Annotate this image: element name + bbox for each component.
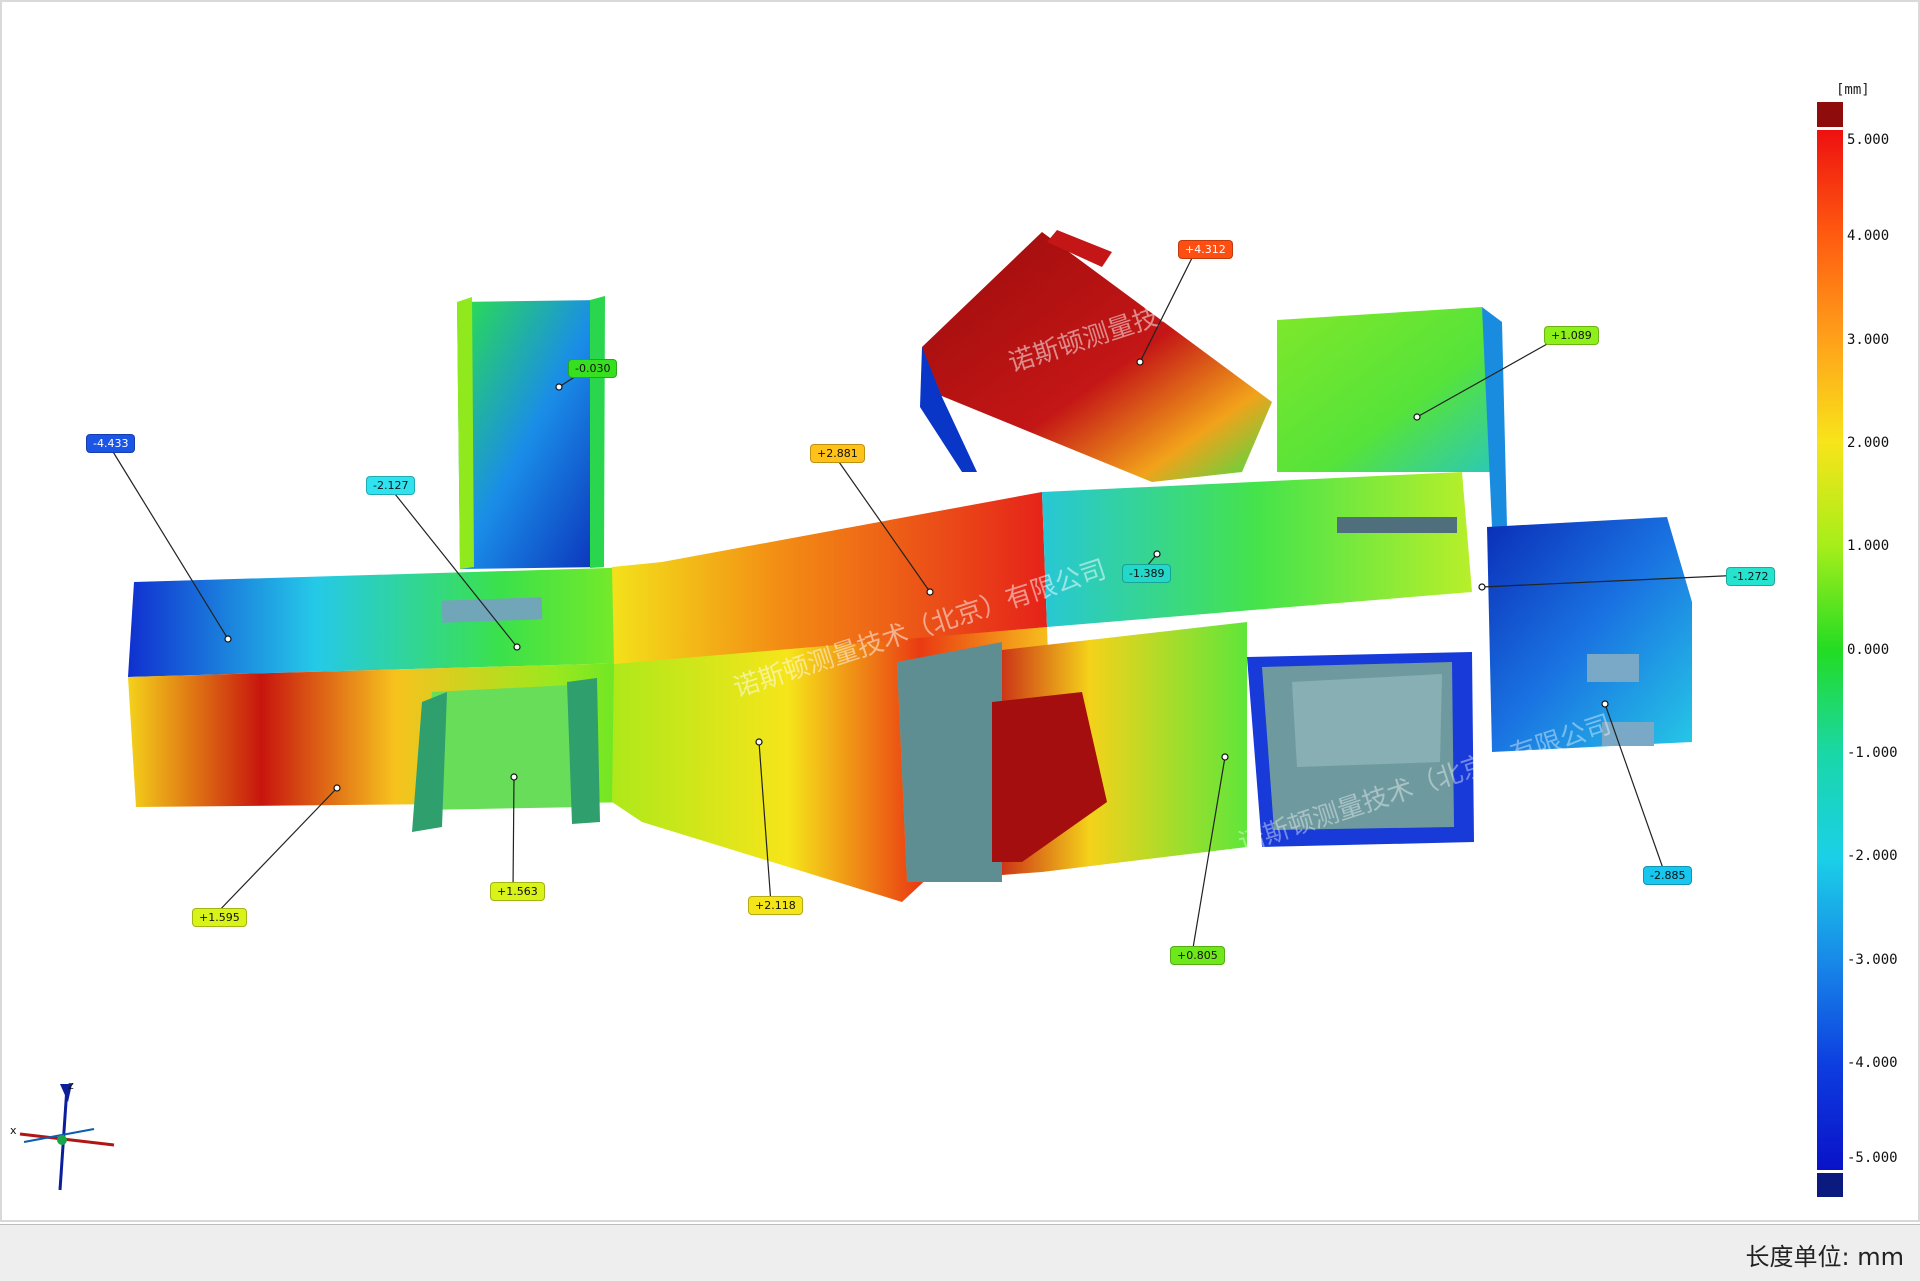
z-axis-label: z bbox=[68, 1079, 74, 1092]
legend-tick: -4.000 bbox=[1847, 1055, 1898, 1071]
legend-tick: 5.000 bbox=[1847, 132, 1890, 148]
callout-13[interactable]: -2.885 bbox=[1643, 866, 1693, 885]
x-axis-label: x bbox=[10, 1124, 17, 1137]
model-viewport[interactable]: 诺斯顿测量技术（北京）有限公司 诺斯顿测量技术（北京）有限公司 诺斯顿测量技术（… bbox=[0, 0, 1920, 1222]
callout-4[interactable]: +2.881 bbox=[810, 444, 865, 463]
red-tilted-box bbox=[920, 230, 1272, 482]
length-unit-text: 长度单位: mm bbox=[1745, 1243, 1904, 1271]
legend-tick: -5.000 bbox=[1847, 1150, 1898, 1166]
callout-7[interactable]: -1.389 bbox=[1122, 564, 1172, 583]
color-scale-bar bbox=[1817, 102, 1843, 1197]
deviation-colormap-model[interactable]: 诺斯顿测量技术（北京）有限公司 诺斯顿测量技术（北京）有限公司 诺斯顿测量技术（… bbox=[2, 2, 1802, 1224]
legend-tick: 1.000 bbox=[1847, 538, 1890, 554]
legend-tick: 2.000 bbox=[1847, 435, 1890, 451]
callout-5[interactable]: +4.312 bbox=[1178, 240, 1233, 259]
callout-12[interactable]: +0.805 bbox=[1170, 946, 1225, 965]
callout-11[interactable]: +2.118 bbox=[748, 896, 803, 915]
legend-tick: -1.000 bbox=[1847, 745, 1898, 761]
status-footer: 长度单位: mm bbox=[0, 1224, 1920, 1281]
legend-tick: 4.000 bbox=[1847, 228, 1890, 244]
lower-right-beam bbox=[897, 622, 1247, 882]
legend-tick: -2.000 bbox=[1847, 848, 1898, 864]
legend-tick: 3.000 bbox=[1847, 332, 1890, 348]
callout-9[interactable]: +1.595 bbox=[192, 908, 247, 927]
callout-8[interactable]: -1.272 bbox=[1726, 567, 1776, 586]
axis-gizmo: z x bbox=[10, 1079, 115, 1191]
legend-tick: 0.000 bbox=[1847, 642, 1890, 658]
callout-6[interactable]: +1.089 bbox=[1544, 326, 1599, 345]
left-upright bbox=[457, 296, 605, 569]
callout-1[interactable]: -4.433 bbox=[86, 434, 136, 453]
legend-unit: [mm] bbox=[1836, 82, 1870, 98]
legend-tick: -3.000 bbox=[1847, 952, 1898, 968]
callout-2[interactable]: -2.127 bbox=[366, 476, 416, 495]
callout-3[interactable]: -0.030 bbox=[568, 359, 618, 378]
callout-10[interactable]: +1.563 bbox=[490, 882, 545, 901]
